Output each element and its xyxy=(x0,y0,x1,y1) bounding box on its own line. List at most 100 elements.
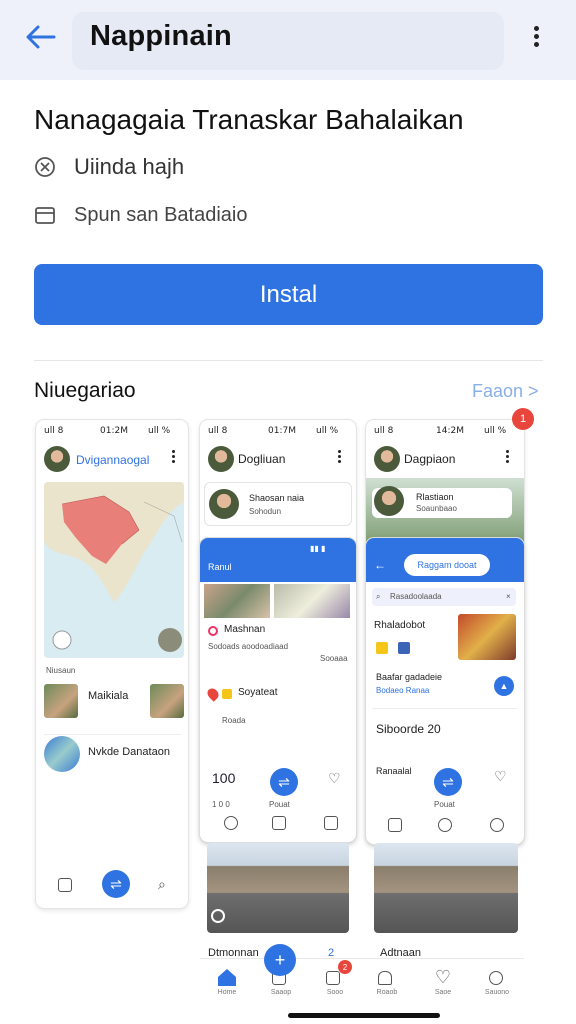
messages-badge: 2 xyxy=(338,960,352,974)
expand-button: ▲ xyxy=(494,676,514,696)
divider xyxy=(44,734,182,735)
clock-icon xyxy=(438,818,452,832)
info-row: Spun san Batadiaio xyxy=(34,200,247,230)
heart-icon: ♡ xyxy=(434,967,452,987)
section-label: Niusaun xyxy=(46,666,76,675)
back-button[interactable] xyxy=(22,22,58,52)
map-graphic xyxy=(44,482,184,652)
section-desc: Sodoads aoodoadiaad xyxy=(208,642,289,651)
item-image xyxy=(458,614,516,660)
fab-button: ⇌ xyxy=(102,870,130,898)
chat-icon xyxy=(388,818,402,832)
row-title: Ranaalal xyxy=(376,766,412,776)
more-icon xyxy=(506,450,510,465)
folder-icon xyxy=(35,207,55,224)
settings-icon xyxy=(211,909,225,923)
search-icon: ⌕ xyxy=(376,592,381,601)
fab-label: Pouat xyxy=(434,800,455,809)
chat-icon xyxy=(272,816,286,830)
map xyxy=(44,482,184,658)
status-bar: ull 8 01:2M ull % xyxy=(44,426,171,436)
fab-label: Pouat xyxy=(269,800,290,809)
list-item-title: Nvkde Danataon xyxy=(88,746,170,758)
bell-icon xyxy=(378,971,392,985)
heart-icon: ♡ xyxy=(494,768,507,784)
avatar xyxy=(374,446,400,472)
app-bar: Nappinain xyxy=(0,0,576,80)
more-options-button[interactable] xyxy=(526,24,546,54)
filter-pill: Raggam dooat xyxy=(404,554,490,576)
nav-favorites[interactable]: ♡ xyxy=(428,967,458,988)
fab-button: ⇌ xyxy=(434,768,462,796)
screenshots-title: Niuegariao xyxy=(34,379,136,402)
tag-icon xyxy=(222,689,232,699)
street-photo xyxy=(374,843,518,933)
item-sub: Baafar gadadeie xyxy=(376,672,443,682)
screen-header: Dagpiaon xyxy=(404,452,456,466)
list-thumbnail xyxy=(150,684,184,718)
notification-card: Rlastiaon Soaunbaao xyxy=(372,486,512,518)
home-icon xyxy=(218,969,236,986)
panel-header: ← Raggam dooat xyxy=(366,538,524,582)
count: Siboorde 20 xyxy=(376,722,441,736)
heart-icon: ♡ xyxy=(328,770,341,786)
arrow-left-icon xyxy=(26,25,56,49)
status-bar: ull 8 01:7M ull % xyxy=(208,426,339,436)
tag-icon xyxy=(398,642,410,654)
record-icon xyxy=(208,626,218,636)
notification-card: Shaosan naia Sohodun xyxy=(204,482,352,526)
back-arrow-icon: ← xyxy=(374,558,386,572)
screen-header: Dvigannaogal xyxy=(76,453,150,467)
fab-button: ⇌ xyxy=(270,768,298,796)
app-name: Nanagagaia Tranaskar Bahalaikan xyxy=(34,104,464,135)
status-bar: ull 8 14:2M ull % xyxy=(374,426,507,436)
feed-panel: Ranul ▮▮ ▮ Mashnan Sodoads aoodoadiaad S… xyxy=(200,538,356,842)
list-thumbnail xyxy=(44,684,78,718)
divider xyxy=(372,708,518,709)
place-name: Soyateat xyxy=(238,687,278,698)
section-desc-2: Sooaaa xyxy=(320,654,348,663)
photo xyxy=(204,584,270,618)
install-button[interactable]: Instal xyxy=(34,264,543,325)
street-photo xyxy=(207,843,349,933)
avatar xyxy=(208,446,234,472)
search-icon: ⌕ xyxy=(158,876,166,892)
avatar xyxy=(374,486,404,516)
calendar-icon xyxy=(324,816,338,830)
profile-icon xyxy=(490,818,504,832)
item-sub-2: Bodaeo Ranaa xyxy=(376,686,430,695)
avatar xyxy=(44,736,80,772)
profile-icon xyxy=(489,971,503,985)
location-pin-icon xyxy=(205,686,221,702)
section-title: Mashnan xyxy=(224,624,266,635)
page-title: Nappinain xyxy=(90,20,232,52)
developer-row: Uiinda hajh xyxy=(34,152,184,182)
avatar xyxy=(209,489,239,519)
item-title: Rhaladobot xyxy=(374,620,426,631)
close-icon: × xyxy=(506,592,511,601)
more-icon xyxy=(338,450,342,465)
screenshot-1[interactable]: ull 8 01:2M ull % Dvigannaogal Niusaun M… xyxy=(36,420,188,908)
add-button[interactable]: + xyxy=(264,944,296,976)
developer-name: Uiinda hajh xyxy=(74,154,185,179)
divider xyxy=(34,360,543,361)
home-indicator xyxy=(288,1013,440,1018)
tag-icon xyxy=(376,642,388,654)
search-panel: ← Raggam dooat ⌕ Rasadoolaada × Rhaladob… xyxy=(366,538,524,844)
count-sub: 1 0 0 xyxy=(212,800,230,809)
see-more-link[interactable]: Faaon > xyxy=(472,381,539,402)
screen-header: Dogliuan xyxy=(238,452,286,466)
info-text: Spun san Batadiaio xyxy=(74,203,248,226)
avatar xyxy=(44,446,70,472)
place-sub: Roada xyxy=(222,716,246,725)
photo xyxy=(274,584,350,618)
chat-icon xyxy=(326,971,340,985)
notification-badge: 1 xyxy=(512,408,534,430)
bookmark-icon xyxy=(58,878,72,892)
bottom-navigation: Home Saaop Sooo Roaob ♡ Saoe Sauono xyxy=(200,958,524,1014)
search-bar: ⌕ Rasadoolaada × xyxy=(372,588,516,606)
panel-header: Ranul ▮▮ ▮ xyxy=(200,538,356,582)
more-icon xyxy=(172,450,176,465)
count: 100 xyxy=(212,770,236,786)
profile-icon xyxy=(224,816,238,830)
